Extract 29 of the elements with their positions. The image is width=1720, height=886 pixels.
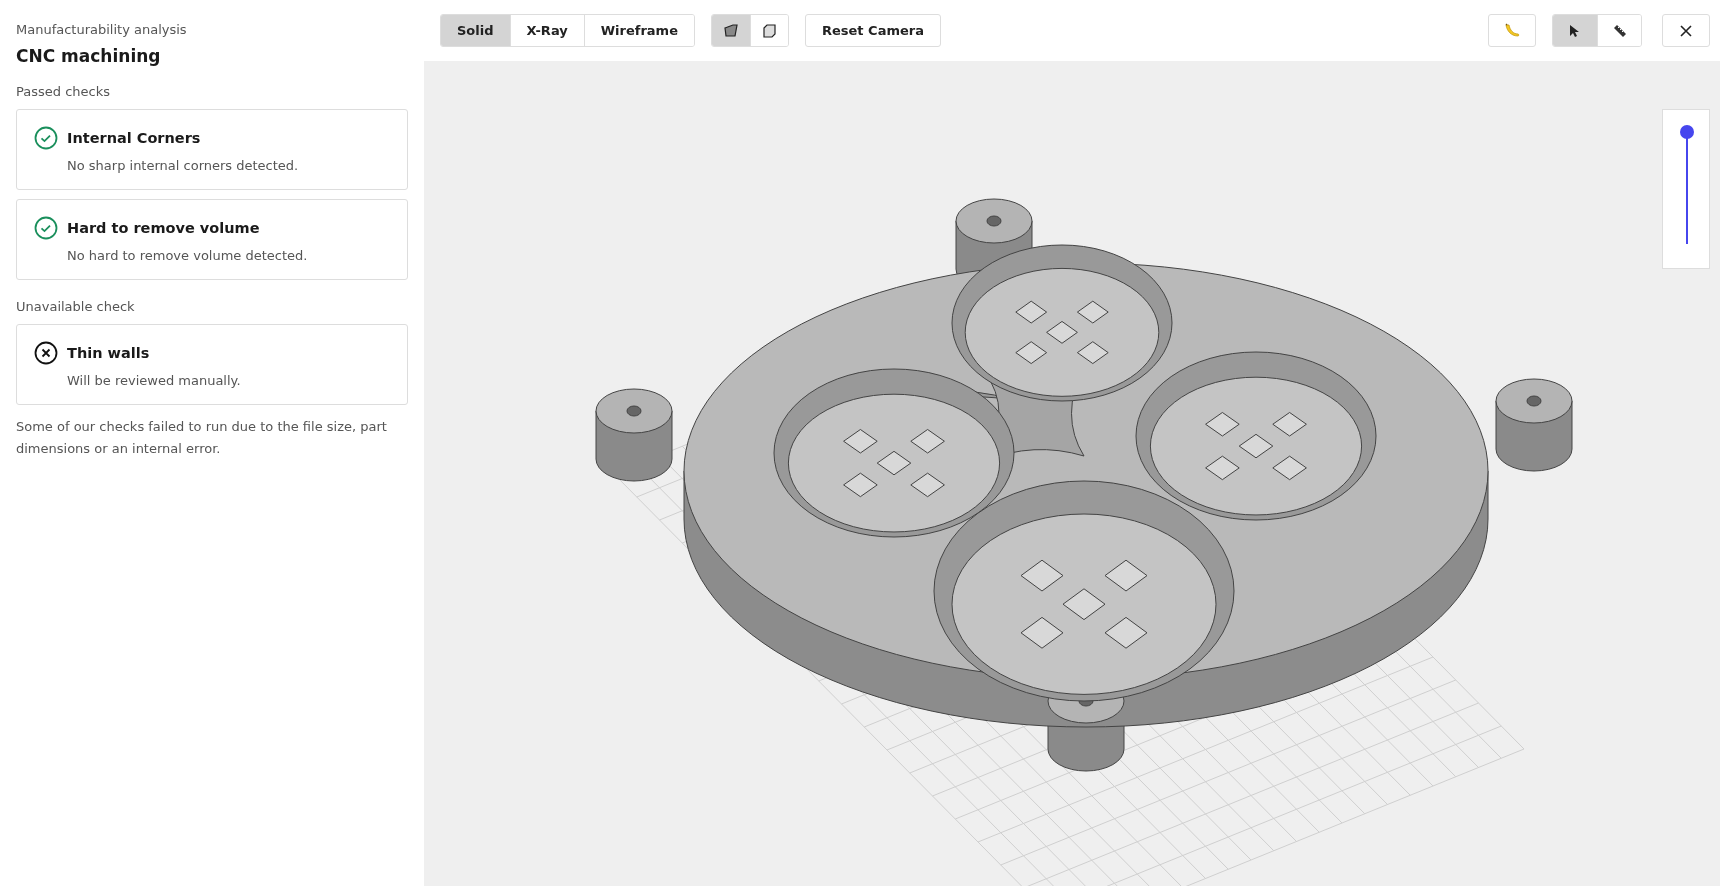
ruler-icon — [1612, 23, 1627, 38]
close-icon — [1679, 23, 1693, 38]
check-circle-icon — [34, 216, 58, 240]
select-tool-button[interactable] — [1553, 15, 1597, 46]
check-title: Internal Corners — [67, 130, 202, 146]
reset-camera-button[interactable]: Reset Camera — [804, 14, 941, 47]
section-heading: Passed checks — [16, 84, 111, 99]
orthographic-view-button[interactable] — [749, 15, 788, 46]
x-circle-icon — [34, 341, 58, 365]
banana-icon — [1503, 21, 1521, 40]
check-title: Thin walls — [67, 345, 151, 361]
failure-note: Some of our checks failed to run due to the file size, part dimensions or an internal error. — [16, 418, 388, 458]
close-button[interactable] — [1662, 14, 1710, 47]
check-description: No hard to remove volume detected. — [67, 248, 309, 263]
cube-icon — [722, 22, 739, 39]
slider-thumb[interactable] — [1680, 125, 1694, 139]
check-title: Hard to remove volume — [67, 220, 261, 236]
section-heading: Unavailable check — [16, 299, 136, 314]
check-circle-icon — [34, 126, 58, 150]
panel-subtitle: Manufacturability analysis — [16, 22, 188, 37]
cube-icon — [761, 22, 778, 39]
measure-tool-button[interactable] — [1597, 15, 1641, 46]
check-description: Will be reviewed manually. — [67, 373, 242, 388]
cursor-icon — [1569, 23, 1581, 38]
check-description: No sharp internal corners detected. — [67, 158, 300, 173]
view-mode-tab[interactable]: Solid — [441, 15, 510, 46]
view-mode-tab[interactable]: Wireframe — [583, 15, 694, 46]
panel-title: CNC machining — [16, 46, 162, 66]
perspective-view-button[interactable] — [711, 15, 750, 46]
